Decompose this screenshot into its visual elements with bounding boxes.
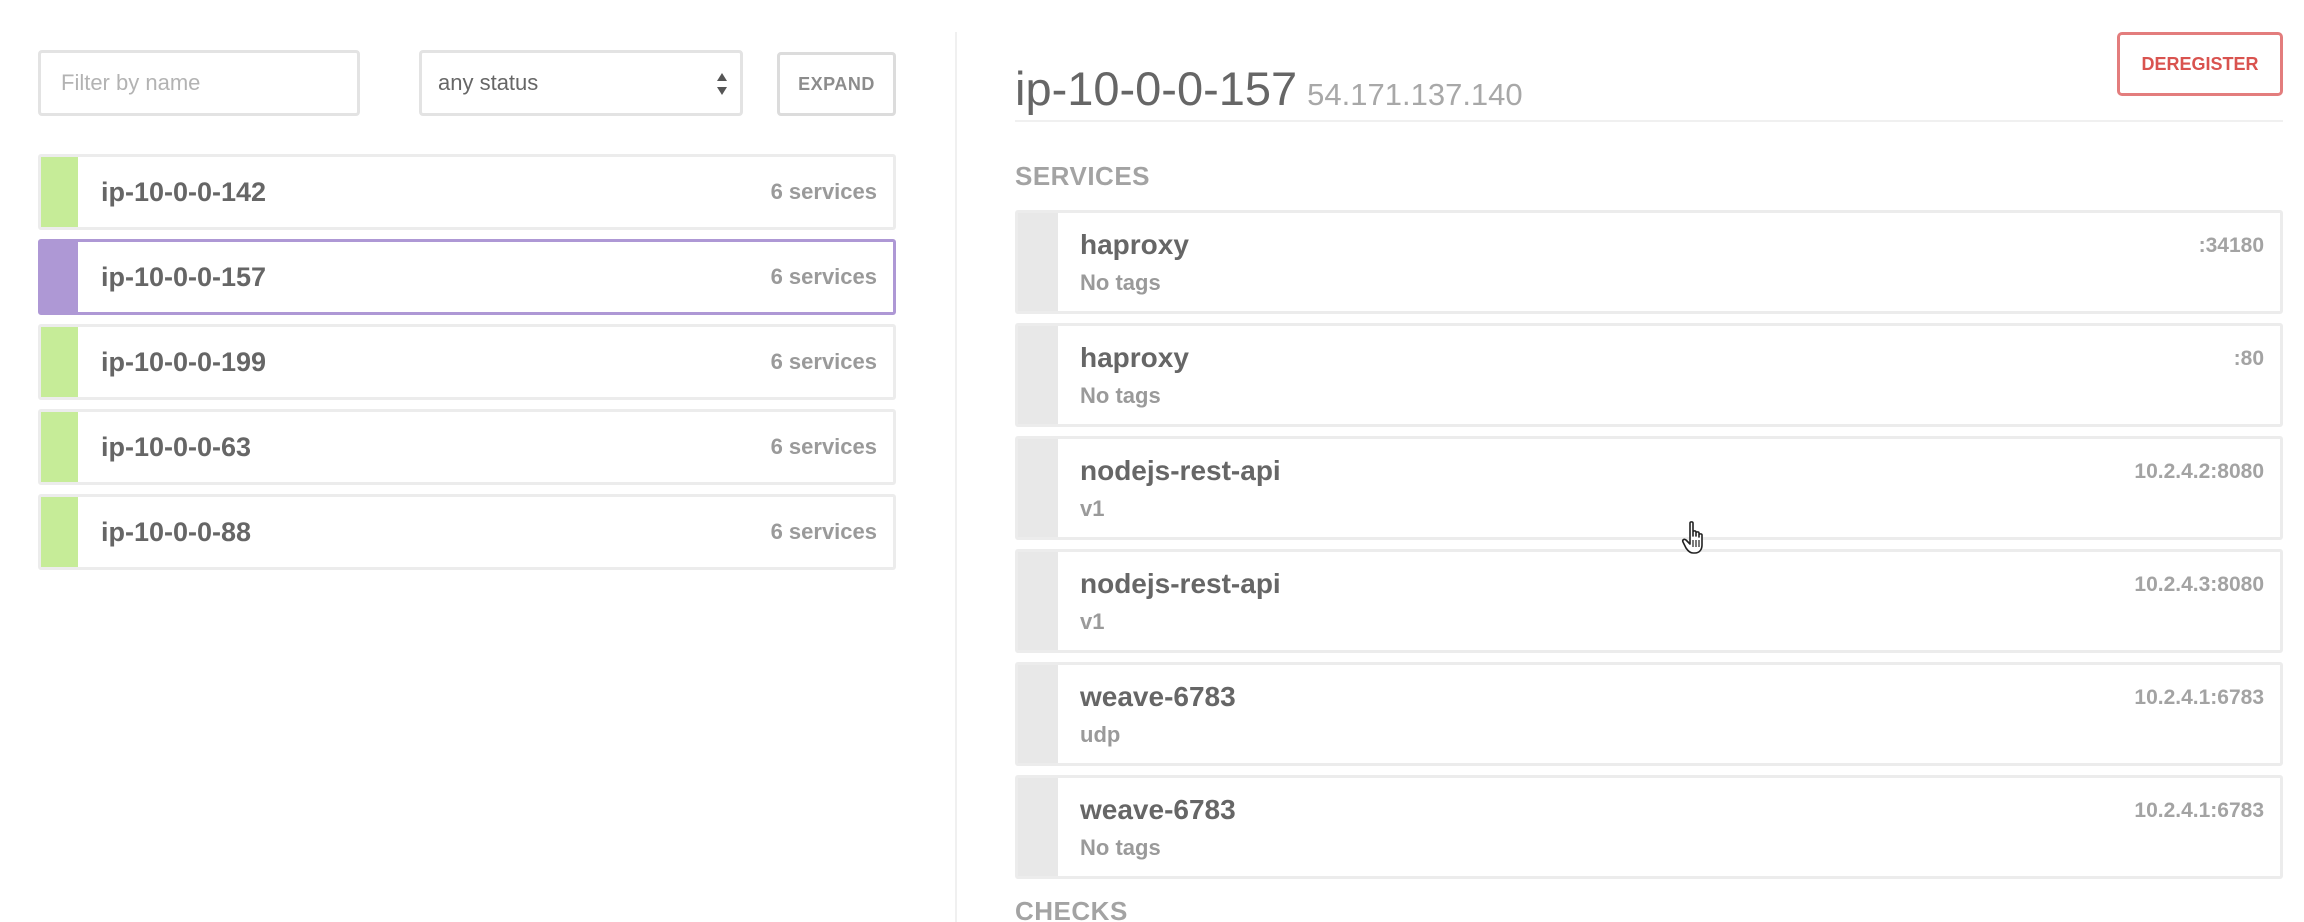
consul-ui-nodes-page: any status EXPAND ip-10-0-0-142 6 servic… xyxy=(0,0,2304,922)
service-item[interactable]: weave-6783 No tags 10.2.4.1:6783 xyxy=(1015,775,2283,879)
nodes-panel: any status EXPAND ip-10-0-0-142 6 servic… xyxy=(38,50,896,570)
service-tags: v1 xyxy=(1080,496,1105,521)
service-item[interactable]: nodejs-rest-api v1 10.2.4.3:8080 xyxy=(1015,549,2283,653)
service-name: haproxy xyxy=(1080,342,1189,373)
service-status-bar xyxy=(1018,326,1058,424)
service-status-bar xyxy=(1018,778,1058,876)
expand-button[interactable]: EXPAND xyxy=(777,52,896,116)
service-status-bar xyxy=(1018,213,1058,311)
service-list: haproxy No tags :34180 haproxy No tags :… xyxy=(1015,210,2283,888)
node-detail-header: ip-10-0-0-157 54.171.137.140 DEREGISTER xyxy=(1015,0,2283,122)
node-service-count: 6 services xyxy=(770,349,877,374)
node-name: ip-10-0-0-63 xyxy=(101,431,252,462)
node-name: ip-10-0-0-88 xyxy=(101,516,252,547)
service-status-bar xyxy=(1018,439,1058,537)
hand-pointer-icon xyxy=(1681,521,1703,554)
node-list: ip-10-0-0-142 6 services ip-10-0-0-157 6… xyxy=(38,154,896,579)
service-port: :80 xyxy=(2233,347,2264,370)
node-detail-panel: ip-10-0-0-157 54.171.137.140 DEREGISTER S… xyxy=(1015,0,2283,922)
node-name: ip-10-0-0-142 xyxy=(101,176,267,207)
up-down-arrows-icon xyxy=(717,73,727,95)
service-name: weave-6783 xyxy=(1080,794,1236,825)
service-name: haproxy xyxy=(1080,229,1189,260)
node-title: ip-10-0-0-157 54.171.137.140 xyxy=(1015,61,1523,116)
node-status-bar xyxy=(41,327,78,397)
service-port: 10.2.4.3:8080 xyxy=(2134,573,2264,596)
node-status-bar xyxy=(41,157,78,227)
service-tags: v1 xyxy=(1080,609,1105,634)
status-select[interactable]: any status xyxy=(419,50,743,116)
deregister-button[interactable]: DEREGISTER xyxy=(2117,32,2283,96)
node-service-count: 6 services xyxy=(770,519,877,544)
services-section-title: SERVICES xyxy=(1015,161,1151,191)
node-item-selected[interactable]: ip-10-0-0-157 6 services xyxy=(38,239,896,315)
node-status-bar xyxy=(41,242,78,312)
service-port: 10.2.4.2:8080 xyxy=(2134,460,2264,483)
service-name: nodejs-rest-api xyxy=(1080,455,1281,486)
service-tags: No tags xyxy=(1080,835,1161,860)
node-service-count: 6 services xyxy=(770,434,877,459)
node-service-count: 6 services xyxy=(770,179,877,204)
node-name: ip-10-0-0-157 xyxy=(101,261,267,292)
node-service-count: 6 services xyxy=(770,264,877,289)
service-name: nodejs-rest-api xyxy=(1080,568,1281,599)
service-item[interactable]: haproxy No tags :34180 xyxy=(1015,210,2283,314)
service-status-bar xyxy=(1018,552,1058,650)
service-port: :34180 xyxy=(2198,234,2264,257)
node-item[interactable]: ip-10-0-0-142 6 services xyxy=(38,154,896,230)
node-status-bar xyxy=(41,497,78,567)
node-title-name: ip-10-0-0-157 xyxy=(1015,62,1298,116)
column-divider xyxy=(955,32,957,922)
node-name: ip-10-0-0-199 xyxy=(101,346,267,377)
filter-bar: any status EXPAND xyxy=(38,50,896,116)
node-item[interactable]: ip-10-0-0-63 6 services xyxy=(38,409,896,485)
service-name: weave-6783 xyxy=(1080,681,1236,712)
checks-section-title: CHECKS xyxy=(1015,896,1128,922)
service-item[interactable]: haproxy No tags :80 xyxy=(1015,323,2283,427)
filter-by-name-input[interactable] xyxy=(38,50,360,116)
node-item[interactable]: ip-10-0-0-88 6 services xyxy=(38,494,896,570)
service-item[interactable]: nodejs-rest-api v1 10.2.4.2:8080 xyxy=(1015,436,2283,540)
service-tags: udp xyxy=(1080,722,1121,747)
node-status-bar xyxy=(41,412,78,482)
service-port: 10.2.4.1:6783 xyxy=(2134,686,2264,709)
service-tags: No tags xyxy=(1080,270,1161,295)
service-item[interactable]: weave-6783 udp 10.2.4.1:6783 xyxy=(1015,662,2283,766)
service-status-bar xyxy=(1018,665,1058,763)
service-port: 10.2.4.1:6783 xyxy=(2134,799,2264,822)
service-tags: No tags xyxy=(1080,383,1161,408)
status-select-value: any status xyxy=(438,70,539,95)
node-address: 54.171.137.140 xyxy=(1307,77,1523,113)
node-item[interactable]: ip-10-0-0-199 6 services xyxy=(38,324,896,400)
